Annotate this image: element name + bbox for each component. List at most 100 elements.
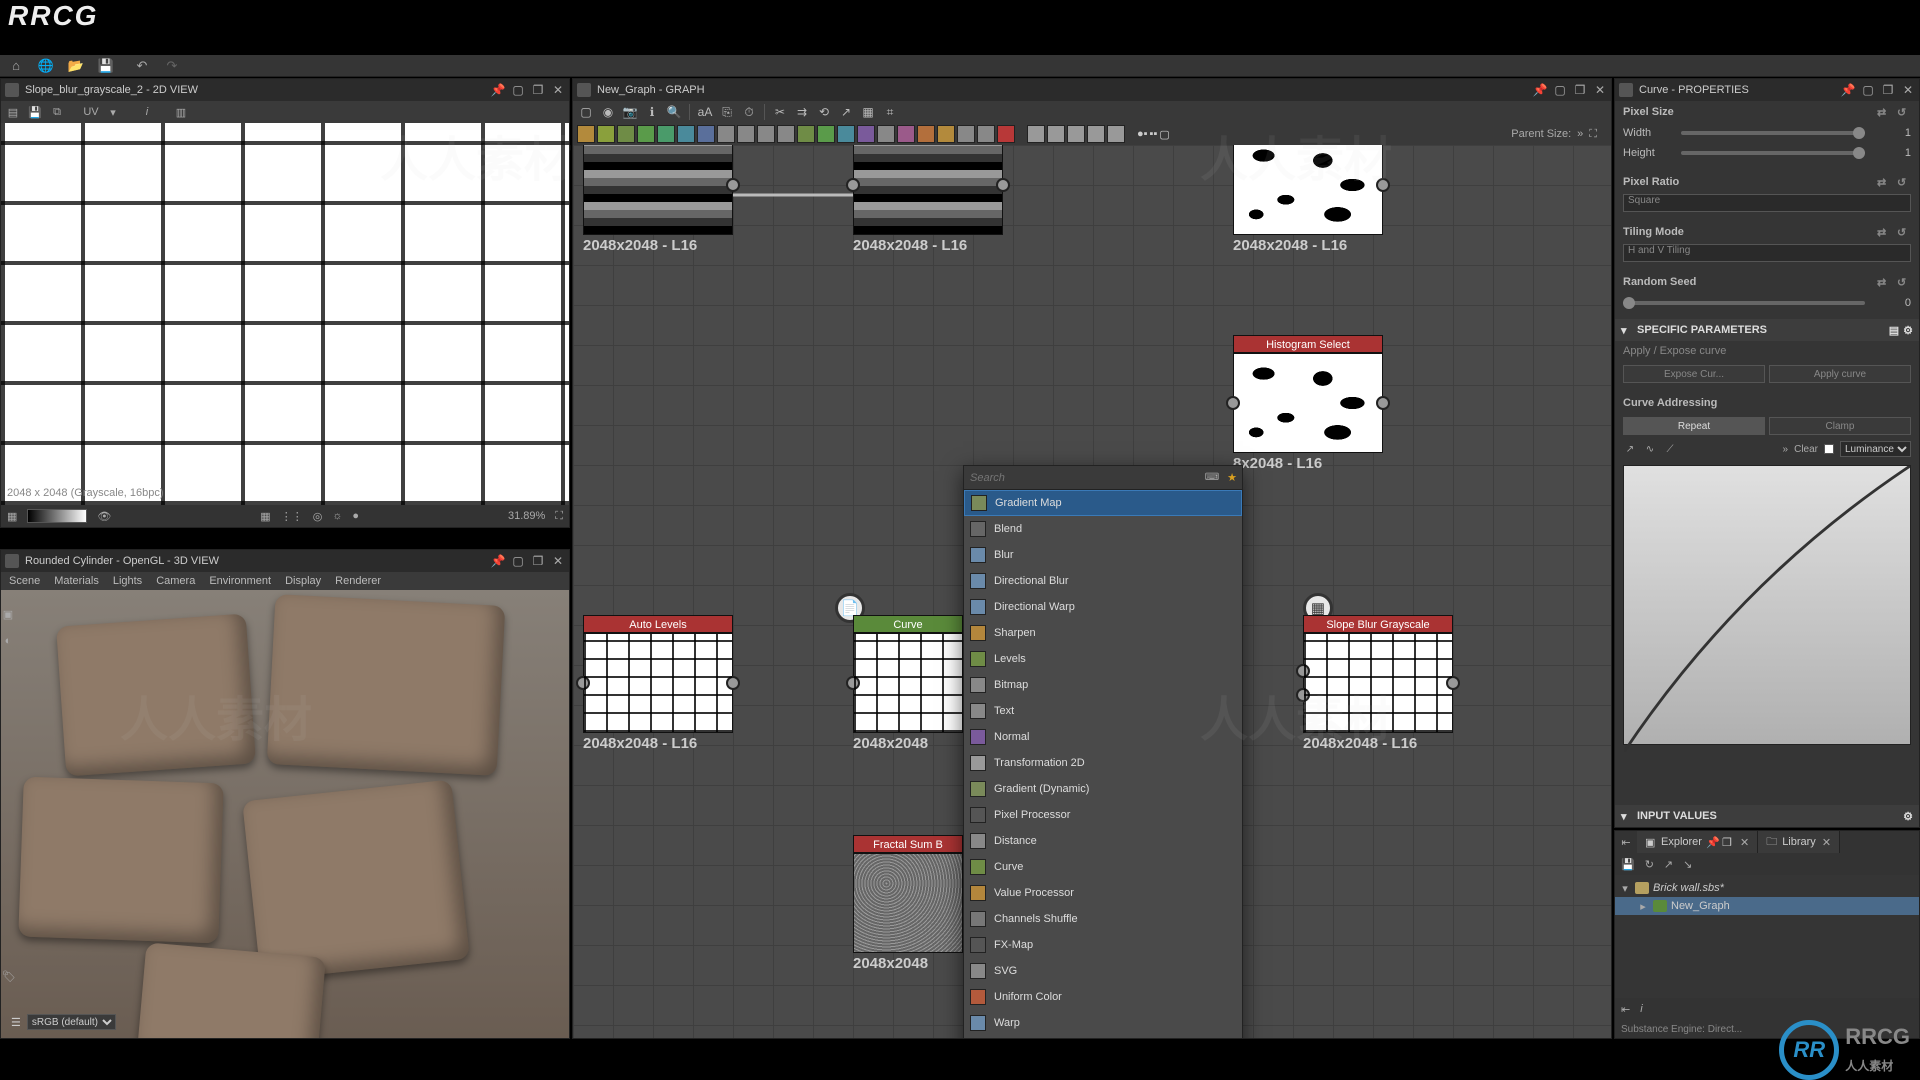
context-item[interactable]: Levels bbox=[964, 646, 1242, 672]
link-icon[interactable]: ⎘ bbox=[718, 103, 736, 121]
highlight-icon[interactable]: ▦ bbox=[859, 103, 877, 121]
graph-node-slope-blur[interactable]: Slope Blur Grayscale 2048x2048 - L16 bbox=[1303, 615, 1453, 752]
save-icon[interactable]: 💾 bbox=[1621, 858, 1635, 871]
curve-tool-icon[interactable]: ∿ bbox=[1643, 444, 1657, 455]
gradient-swatch[interactable] bbox=[27, 509, 87, 523]
palette-node[interactable] bbox=[877, 125, 895, 143]
restore-icon[interactable]: ❐ bbox=[1722, 836, 1734, 849]
node-port-out[interactable] bbox=[1446, 676, 1460, 690]
reset-icon[interactable]: ↺ bbox=[1897, 106, 1911, 119]
info-icon[interactable]: i bbox=[139, 104, 155, 120]
palette-node[interactable] bbox=[1047, 125, 1065, 143]
width-slider[interactable] bbox=[1681, 131, 1865, 135]
curve-tool-icon[interactable]: ↗ bbox=[1623, 444, 1637, 455]
menu-lights[interactable]: Lights bbox=[113, 575, 142, 587]
palette-node[interactable] bbox=[917, 125, 935, 143]
pin-icon[interactable]: 📌 bbox=[1706, 836, 1718, 849]
channel-select[interactable]: Luminance bbox=[1840, 441, 1911, 457]
maximize-icon[interactable]: ⛶ bbox=[1589, 128, 1597, 141]
context-item[interactable]: Curve bbox=[964, 854, 1242, 880]
tab-library[interactable]: 🗀 Library ✕ bbox=[1758, 831, 1840, 853]
new-icon[interactable]: ▤ bbox=[5, 104, 21, 120]
context-item[interactable]: Emboss bbox=[964, 1036, 1242, 1038]
node-port-out[interactable] bbox=[996, 178, 1010, 192]
section-specific[interactable]: ▾ SPECIFIC PARAMETERS ▤⚙ bbox=[1615, 319, 1919, 341]
list-icon[interactable]: ▤ bbox=[1889, 324, 1899, 337]
palette-node[interactable] bbox=[717, 125, 735, 143]
graph-node-curve[interactable]: Curve 2048x2048 bbox=[853, 615, 963, 752]
palette-node[interactable] bbox=[677, 125, 695, 143]
palette-node[interactable] bbox=[577, 125, 595, 143]
palette-node[interactable] bbox=[957, 125, 975, 143]
palette-node[interactable] bbox=[1107, 125, 1125, 143]
palette-more[interactable]: ●▪ bbox=[1137, 128, 1148, 140]
uv-label[interactable]: UV bbox=[83, 104, 99, 120]
pin-icon[interactable]: 📌 bbox=[1533, 83, 1547, 97]
context-item[interactable]: Channels Shuffle bbox=[964, 906, 1242, 932]
context-item[interactable]: Gradient Map bbox=[964, 490, 1242, 516]
undo-icon[interactable]: ↶ bbox=[134, 59, 150, 73]
maximize-icon[interactable]: ▢ bbox=[1553, 83, 1567, 97]
context-search-input[interactable] bbox=[964, 472, 1202, 484]
timing-icon[interactable]: ⏱ bbox=[740, 103, 758, 121]
context-item[interactable]: Distance bbox=[964, 828, 1242, 854]
color-swatch[interactable] bbox=[1824, 444, 1834, 454]
close-icon[interactable]: ✕ bbox=[1901, 83, 1915, 97]
context-item[interactable]: FX-Map bbox=[964, 932, 1242, 958]
context-item[interactable]: Pixel Processor bbox=[964, 802, 1242, 828]
context-item[interactable]: Directional Warp bbox=[964, 594, 1242, 620]
target-icon[interactable]: ◎ bbox=[313, 510, 323, 523]
node-port-in[interactable] bbox=[1226, 396, 1240, 410]
camera-icon[interactable]: ▣ bbox=[0, 608, 16, 621]
context-item[interactable]: Directional Blur bbox=[964, 568, 1242, 594]
favorite-icon[interactable]: ★ bbox=[1222, 471, 1242, 484]
copy-icon[interactable]: ⧉ bbox=[49, 104, 65, 120]
reset-icon[interactable]: ↺ bbox=[1897, 226, 1911, 239]
menu-display[interactable]: Display bbox=[285, 575, 321, 587]
context-item[interactable]: Sharpen bbox=[964, 620, 1242, 646]
tool-icon[interactable]: ⋮⋮ bbox=[281, 510, 303, 523]
grid2-icon[interactable]: ▦ bbox=[260, 510, 270, 523]
pixel-ratio-select[interactable]: Square bbox=[1623, 194, 1911, 212]
dot-icon[interactable]: ● bbox=[352, 510, 359, 522]
chevron-icon[interactable]: » bbox=[1783, 444, 1789, 455]
collapse-icon[interactable]: ⇤ bbox=[1615, 836, 1637, 849]
pin-icon[interactable]: 📌 bbox=[491, 554, 505, 568]
palette-node[interactable] bbox=[737, 125, 755, 143]
palette-node[interactable] bbox=[777, 125, 795, 143]
close-icon[interactable]: ✕ bbox=[1822, 836, 1831, 849]
close-icon[interactable]: ✕ bbox=[1740, 836, 1749, 849]
context-item[interactable]: SVG bbox=[964, 958, 1242, 984]
reset-icon[interactable]: ↺ bbox=[1897, 276, 1911, 289]
apply-button[interactable]: Apply curve bbox=[1769, 365, 1911, 383]
palette-node[interactable] bbox=[817, 125, 835, 143]
expose-icon[interactable]: ⇄ bbox=[1877, 226, 1891, 239]
open-icon[interactable]: ↗ bbox=[837, 103, 855, 121]
node-port-out[interactable] bbox=[726, 676, 740, 690]
tree-child[interactable]: ▸ New_Graph bbox=[1615, 897, 1919, 915]
palette-node[interactable] bbox=[837, 125, 855, 143]
repeat-button[interactable]: Repeat bbox=[1623, 417, 1765, 435]
node-port-in[interactable] bbox=[846, 178, 860, 192]
grid-icon[interactable]: ▦ bbox=[7, 510, 17, 523]
cut-icon[interactable]: ✂ bbox=[771, 103, 789, 121]
pin-icon[interactable]: 📌 bbox=[491, 83, 505, 97]
close-icon[interactable]: ✕ bbox=[1593, 83, 1607, 97]
globe-icon[interactable]: 🌐 bbox=[38, 59, 54, 73]
expose-icon[interactable]: ⇄ bbox=[1877, 106, 1891, 119]
camera-icon[interactable]: 📷 bbox=[621, 103, 639, 121]
graph-canvas[interactable]: 2048x2048 - L16 2048x2048 - L16 2048x204… bbox=[573, 145, 1611, 1038]
palette-node[interactable] bbox=[857, 125, 875, 143]
import-icon[interactable]: ↘ bbox=[1683, 858, 1692, 871]
tree-root[interactable]: ▾ Brick wall.sbs* bbox=[1615, 879, 1919, 897]
palette-node[interactable] bbox=[617, 125, 635, 143]
palette-node[interactable] bbox=[937, 125, 955, 143]
height-slider[interactable] bbox=[1681, 151, 1865, 155]
align-icon[interactable]: ⇉ bbox=[793, 103, 811, 121]
palette-node[interactable] bbox=[697, 125, 715, 143]
sun-icon[interactable]: ☼ bbox=[332, 510, 342, 522]
close-icon[interactable]: ✕ bbox=[551, 83, 565, 97]
palette-node[interactable] bbox=[597, 125, 615, 143]
refresh-icon[interactable]: ↻ bbox=[1645, 858, 1654, 871]
folder-open-icon[interactable]: 📂 bbox=[68, 59, 84, 73]
